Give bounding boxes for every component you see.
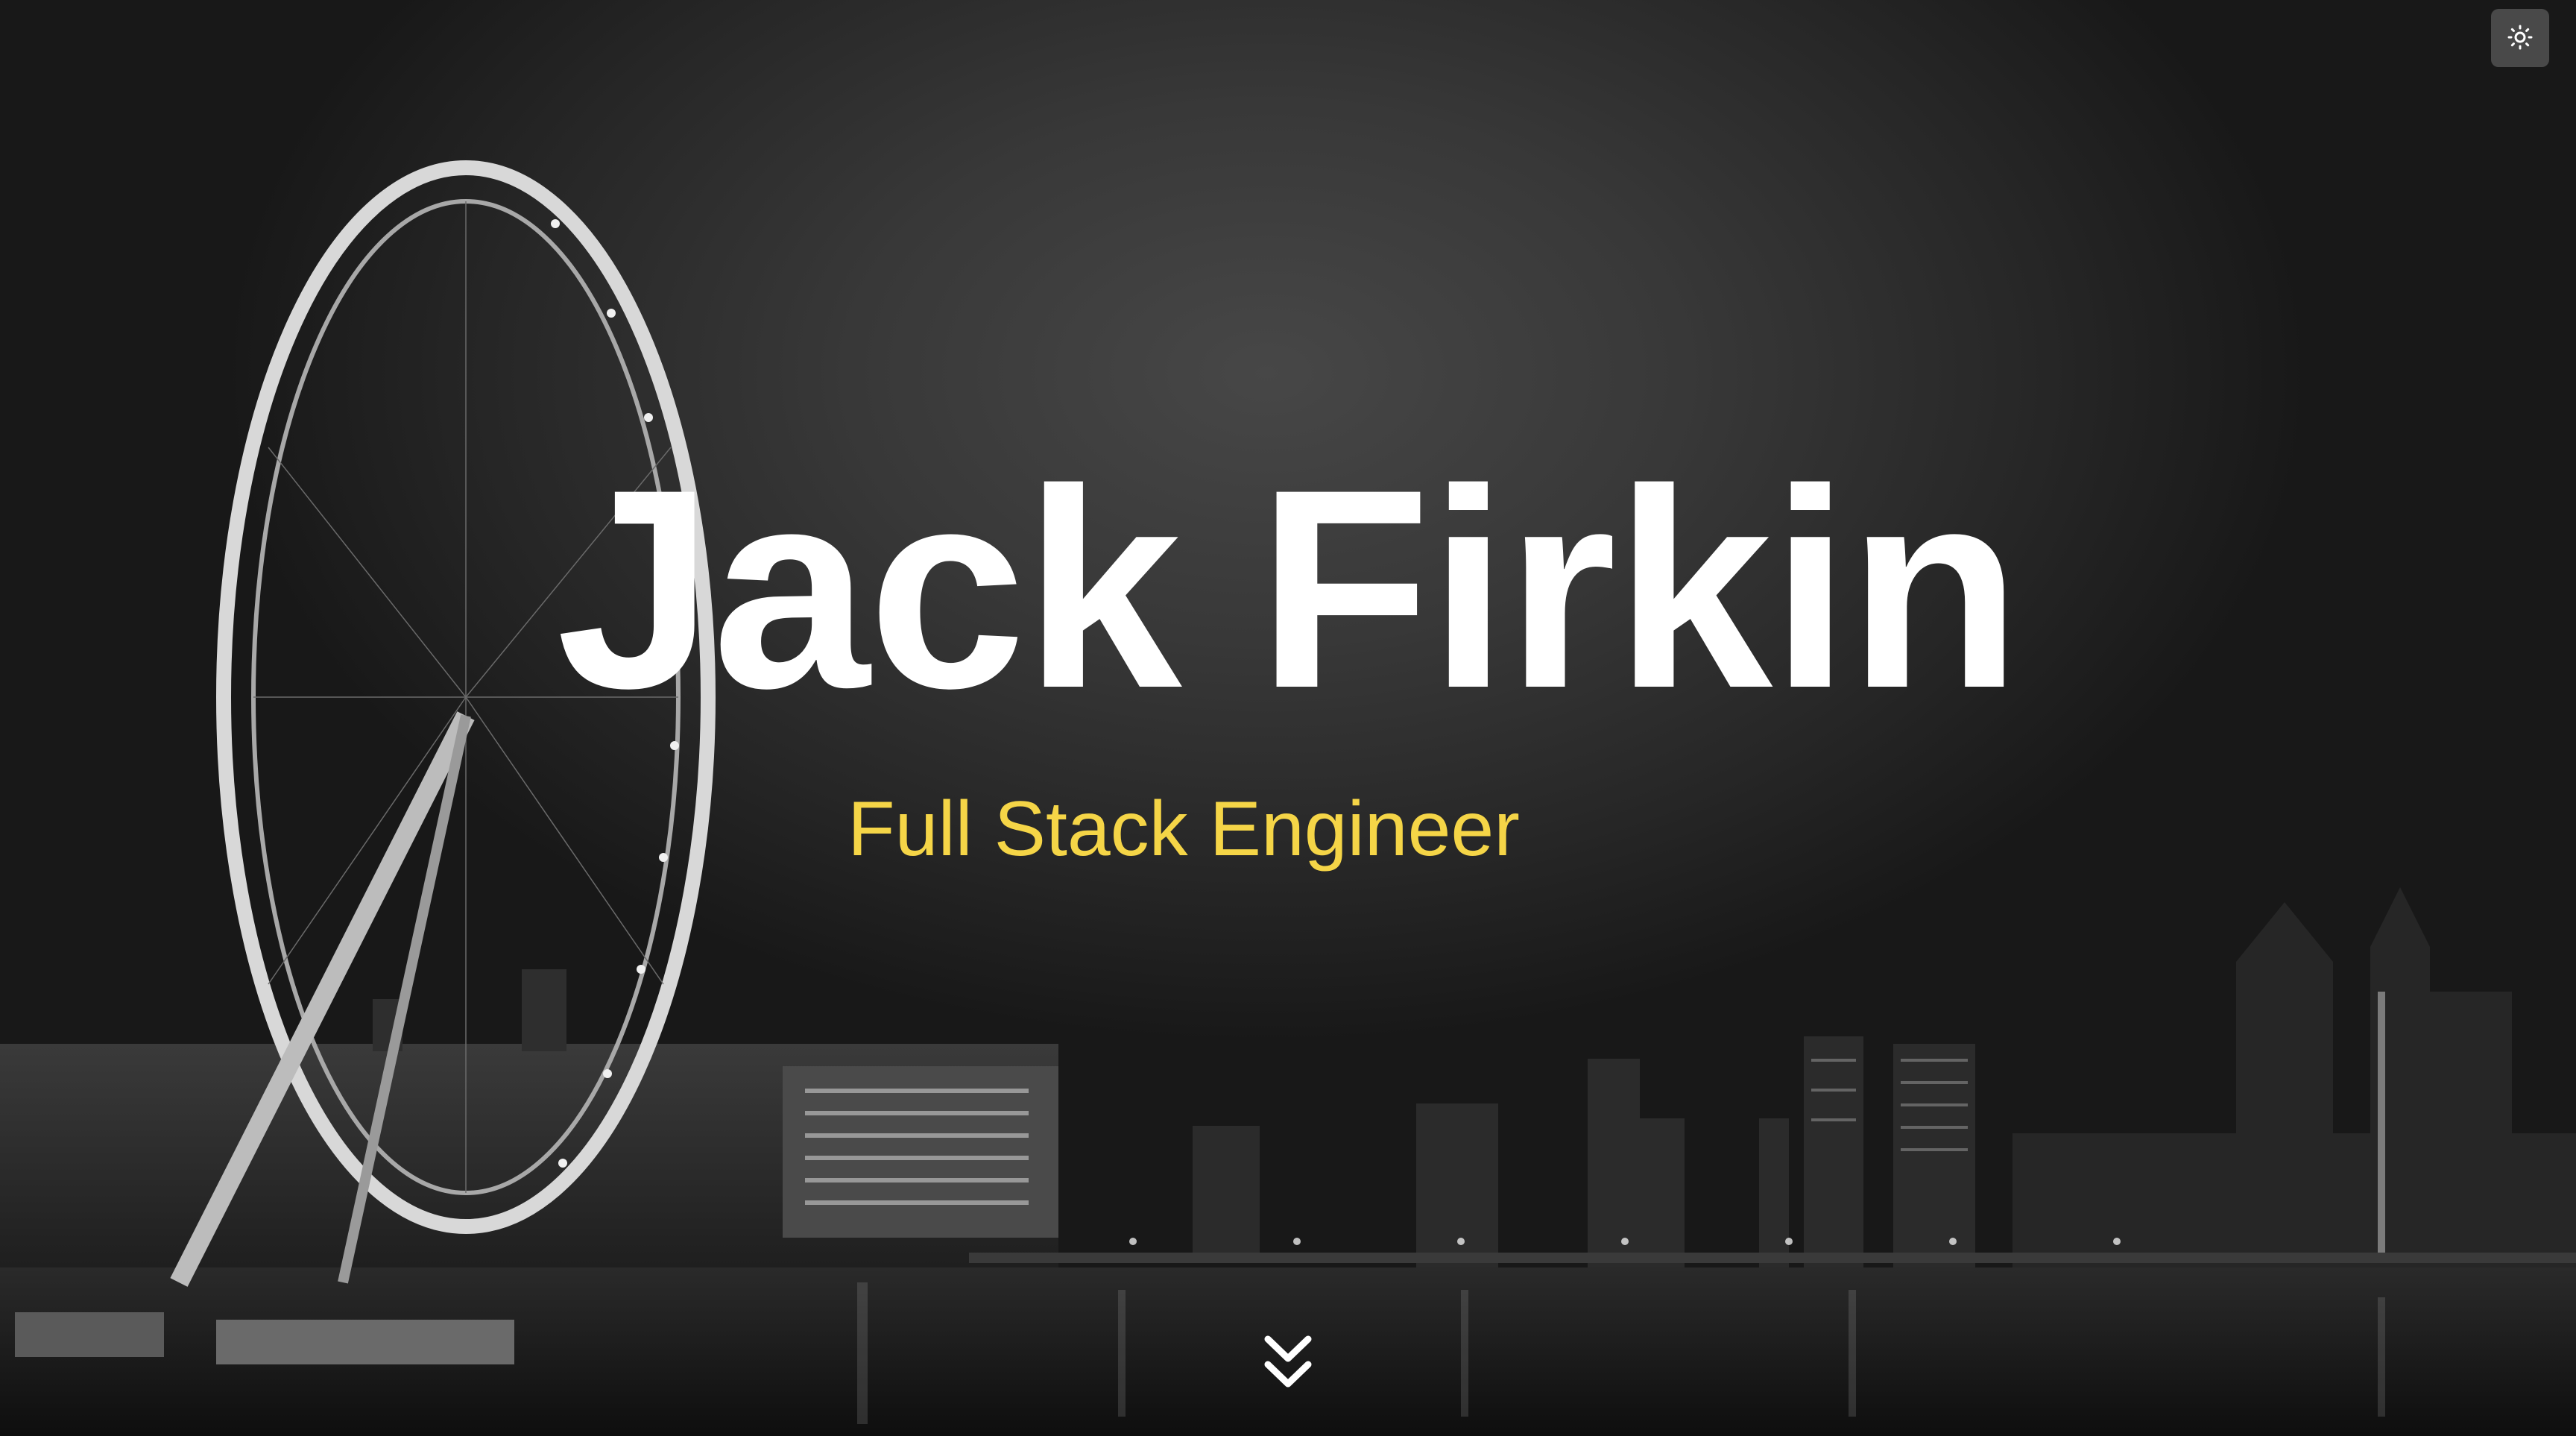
hero-name: Jack Firkin	[556, 430, 2021, 747]
hero-role: Full Stack Engineer	[847, 786, 1520, 872]
scroll-down-button[interactable]	[1260, 1331, 1316, 1398]
sun-icon	[2507, 24, 2534, 53]
double-chevron-down-icon	[1262, 1332, 1314, 1398]
hero-section: Jack Firkin Full Stack Engineer	[0, 0, 2576, 1436]
theme-toggle-button[interactable]	[2491, 9, 2549, 67]
